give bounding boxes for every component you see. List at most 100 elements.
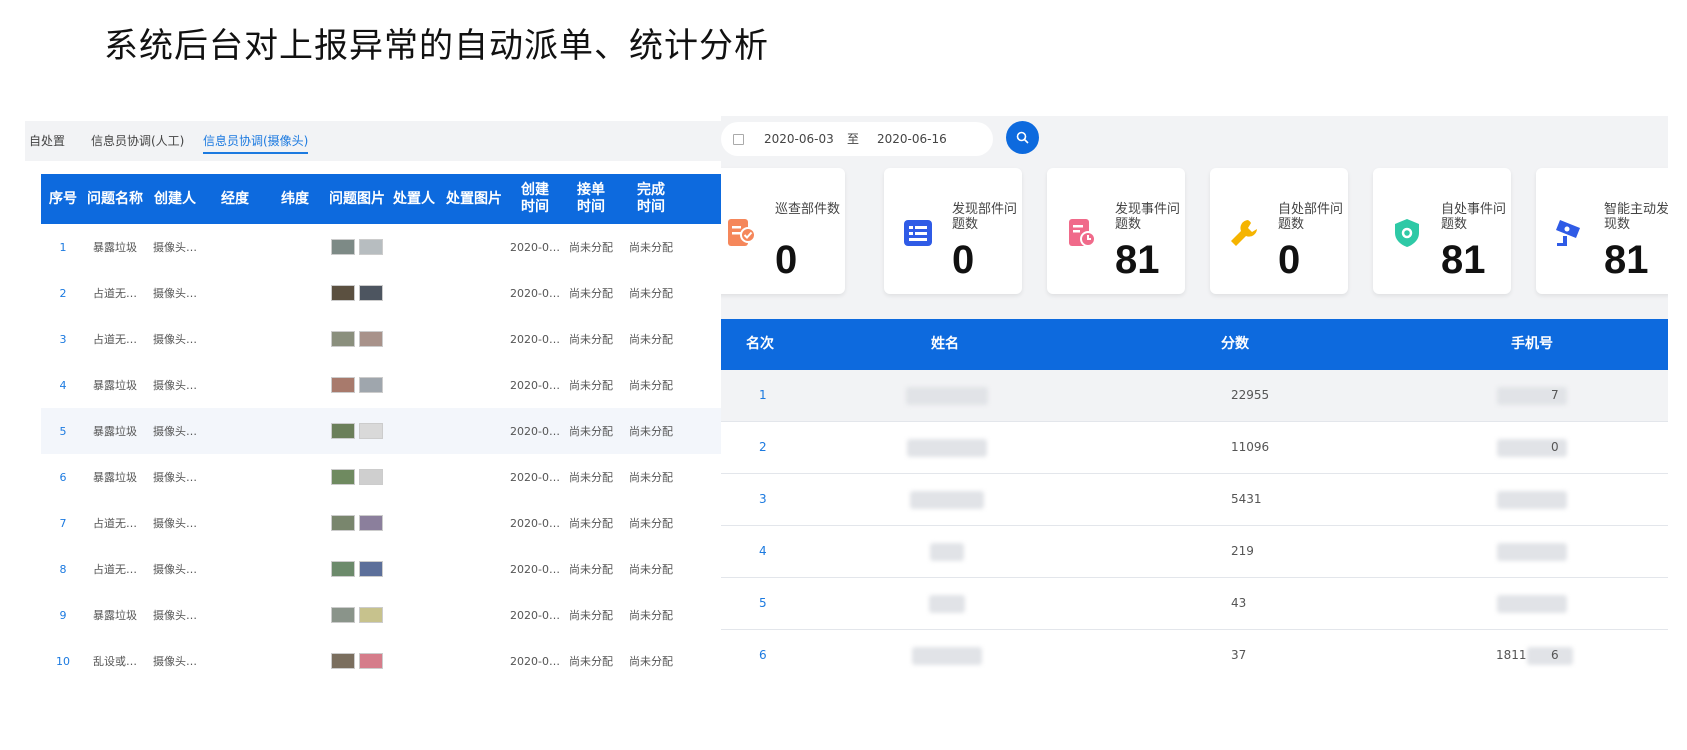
score-value: 11096 bbox=[1231, 440, 1270, 454]
stat-card-value: 81 bbox=[1115, 238, 1160, 282]
stat-card-value: 81 bbox=[1441, 238, 1486, 282]
row-accept-time: 尚未分配 bbox=[569, 609, 613, 622]
issue-image-thumb[interactable] bbox=[359, 285, 383, 301]
score-value: 37 bbox=[1231, 648, 1247, 662]
issue-image-thumb[interactable] bbox=[331, 653, 355, 669]
table-row[interactable]: 9 暴露垃圾 摄像头… 2020-0… 尚未分配 尚未分配 bbox=[41, 592, 721, 639]
issue-image-thumb[interactable] bbox=[331, 239, 355, 255]
stat-card[interactable]: 发现部件问题数 0 bbox=[884, 168, 1022, 294]
row-created-time: 2020-0… bbox=[510, 516, 560, 530]
row-created-time: 2020-0… bbox=[510, 378, 560, 392]
row-issue-images[interactable] bbox=[325, 270, 389, 316]
row-accept-time: 尚未分配 bbox=[569, 333, 613, 346]
issue-image-thumb[interactable] bbox=[331, 331, 355, 347]
stat-card[interactable]: 自处部件问题数 0 bbox=[1210, 168, 1348, 294]
table-row[interactable]: 7 占道无… 摄像头… 2020-0… 尚未分配 尚未分配 bbox=[41, 500, 721, 547]
row-accept-time: 尚未分配 bbox=[569, 287, 613, 300]
row-creator: 摄像头… bbox=[153, 517, 197, 530]
row-issue-images[interactable] bbox=[325, 546, 389, 592]
row-issue-images[interactable] bbox=[325, 500, 389, 546]
table-row[interactable]: 5 暴露垃圾 摄像头… 2020-0… 尚未分配 尚未分配 bbox=[41, 408, 721, 455]
stat-card-value: 81 bbox=[1604, 238, 1649, 282]
row-finish-time: 尚未分配 bbox=[629, 333, 673, 346]
score-value: 5431 bbox=[1231, 492, 1262, 506]
rank-number: 3 bbox=[759, 492, 767, 506]
col-creator: 创建人 bbox=[154, 190, 196, 207]
phone-suffix: 6 bbox=[1551, 648, 1559, 662]
issue-image-thumb[interactable] bbox=[359, 331, 383, 347]
camera-icon bbox=[1554, 217, 1586, 249]
issue-image-thumb[interactable] bbox=[331, 377, 355, 393]
search-button[interactable] bbox=[1006, 121, 1039, 154]
ranking-row[interactable]: 6 37 1811 6 bbox=[721, 630, 1668, 670]
issue-image-thumb[interactable] bbox=[359, 377, 383, 393]
row-finish-time: 尚未分配 bbox=[629, 655, 673, 668]
right-panel: 2020-06-03 至 2020-06-16 巡查部件数 0 发现部件问题数 0 发现… bbox=[721, 116, 1668, 670]
row-index: 10 bbox=[56, 654, 70, 668]
ranking-row[interactable]: 2 11096 0 bbox=[721, 422, 1668, 474]
date-from[interactable]: 2020-06-03 bbox=[764, 131, 834, 147]
table-row[interactable]: 1 暴露垃圾 摄像头… 2020-0… 尚未分配 尚未分配 bbox=[41, 224, 721, 271]
search-icon bbox=[1016, 131, 1029, 144]
row-issue-images[interactable] bbox=[325, 362, 389, 408]
table-row[interactable]: 6 暴露垃圾 摄像头… 2020-0… 尚未分配 尚未分配 bbox=[41, 454, 721, 501]
row-index: 2 bbox=[59, 286, 67, 300]
tab-self-handle[interactable]: 自处置 bbox=[29, 130, 65, 152]
table-row[interactable]: 3 占道无… 摄像头… 2020-0… 尚未分配 尚未分配 bbox=[41, 316, 721, 363]
stat-card-label: 发现部件问题数 bbox=[952, 202, 1018, 232]
ranking-row[interactable]: 3 5431 bbox=[721, 474, 1668, 526]
row-issue-images[interactable] bbox=[325, 408, 389, 454]
row-index: 1 bbox=[59, 240, 67, 254]
issue-image-thumb[interactable] bbox=[331, 285, 355, 301]
ranking-row[interactable]: 5 43 bbox=[721, 578, 1668, 630]
score-value: 219 bbox=[1231, 544, 1254, 558]
phone-prefix: 1811 bbox=[1496, 648, 1527, 662]
row-index: 7 bbox=[59, 516, 67, 530]
rank-number: 4 bbox=[759, 544, 767, 558]
table-row[interactable]: 2 占道无… 摄像头… 2020-0… 尚未分配 尚未分配 bbox=[41, 270, 721, 317]
issue-image-thumb[interactable] bbox=[331, 515, 355, 531]
issue-image-thumb[interactable] bbox=[359, 515, 383, 531]
row-creator: 摄像头… bbox=[153, 655, 197, 668]
stat-card[interactable]: 巡查部件数 0 bbox=[721, 168, 845, 294]
issue-image-thumb[interactable] bbox=[359, 561, 383, 577]
row-issue-images[interactable] bbox=[325, 592, 389, 638]
issue-image-thumb[interactable] bbox=[359, 239, 383, 255]
issue-table-panel: 序号 问题名称 创建人 经度 纬度 问题图片 处置人 处置图片 创建时间 接单时… bbox=[25, 161, 721, 674]
row-accept-time: 尚未分配 bbox=[569, 241, 613, 254]
table-row[interactable]: 10 乱设或… 摄像头… 2020-0… 尚未分配 尚未分配 bbox=[41, 638, 721, 674]
stat-card-label: 智能主动发现数 bbox=[1604, 202, 1668, 232]
issue-image-thumb[interactable] bbox=[359, 423, 383, 439]
name-redacted bbox=[912, 647, 982, 665]
stat-card[interactable]: 自处事件问题数 81 bbox=[1373, 168, 1511, 294]
issue-image-thumb[interactable] bbox=[359, 653, 383, 669]
row-accept-time: 尚未分配 bbox=[569, 379, 613, 392]
col-name: 姓名 bbox=[931, 336, 959, 352]
stat-card[interactable]: 发现事件问题数 81 bbox=[1047, 168, 1185, 294]
issue-image-thumb[interactable] bbox=[331, 561, 355, 577]
ranking-row[interactable]: 4 219 bbox=[721, 526, 1668, 578]
issue-image-thumb[interactable] bbox=[331, 469, 355, 485]
row-issue-images[interactable] bbox=[325, 454, 389, 500]
table-row[interactable]: 8 占道无… 摄像头… 2020-0… 尚未分配 尚未分配 bbox=[41, 546, 721, 593]
issue-image-thumb[interactable] bbox=[359, 469, 383, 485]
col-rank: 名次 bbox=[746, 336, 774, 352]
row-issue-images[interactable] bbox=[325, 224, 389, 270]
table-row[interactable]: 4 暴露垃圾 摄像头… 2020-0… 尚未分配 尚未分配 bbox=[41, 362, 721, 409]
tab-informer-manual[interactable]: 信息员协调(人工) bbox=[91, 130, 184, 152]
row-accept-time: 尚未分配 bbox=[569, 563, 613, 576]
phone-redacted bbox=[1497, 595, 1567, 613]
row-issue-images[interactable] bbox=[325, 638, 389, 674]
issue-image-thumb[interactable] bbox=[359, 607, 383, 623]
row-issue-name: 暴露垃圾 bbox=[93, 241, 137, 254]
date-range-picker[interactable]: 2020-06-03 至 2020-06-16 bbox=[721, 122, 993, 156]
tab-informer-camera[interactable]: 信息员协调(摄像头) bbox=[203, 130, 309, 154]
issue-image-thumb[interactable] bbox=[331, 423, 355, 439]
row-issue-name: 暴露垃圾 bbox=[93, 379, 137, 392]
row-issue-images[interactable] bbox=[325, 316, 389, 362]
issue-image-thumb[interactable] bbox=[331, 607, 355, 623]
ranking-row[interactable]: 1 22955 7 bbox=[721, 370, 1668, 422]
date-to[interactable]: 2020-06-16 bbox=[877, 131, 947, 147]
row-issue-name: 暴露垃圾 bbox=[93, 609, 137, 622]
stat-card[interactable]: 智能主动发现数 81 bbox=[1536, 168, 1668, 294]
